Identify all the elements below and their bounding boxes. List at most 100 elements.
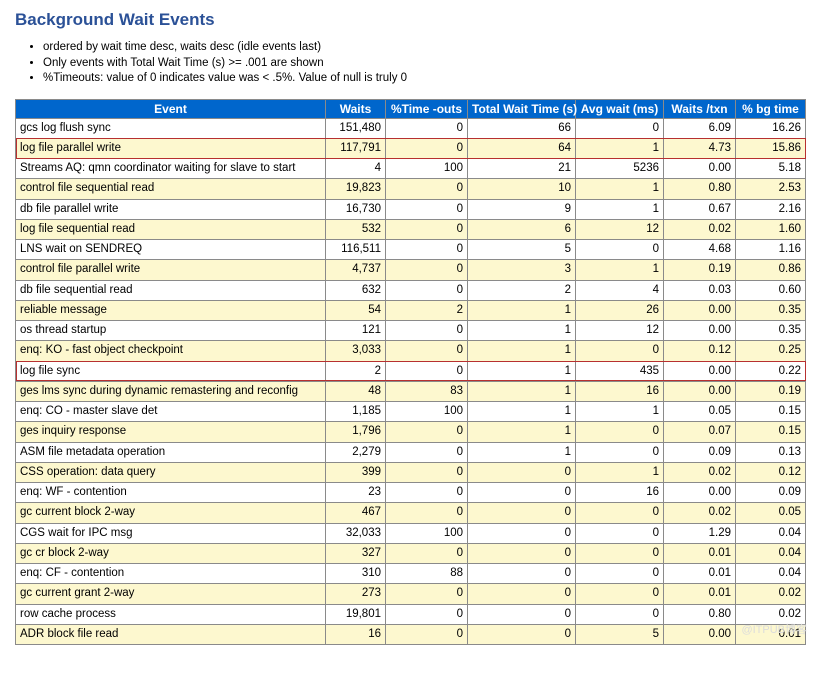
cell-value: 0.04 — [736, 564, 806, 584]
cell-event: CSS operation: data query — [16, 462, 326, 482]
table-row: row cache process19,8010000.800.02 — [16, 604, 806, 624]
cell-value: 0.19 — [664, 260, 736, 280]
table-row: log file sync2014350.000.22 — [16, 361, 806, 381]
cell-value: 0.80 — [664, 179, 736, 199]
table-row: control file parallel write4,7370310.190… — [16, 260, 806, 280]
cell-value: 0 — [386, 240, 468, 260]
col-event: Event — [16, 99, 326, 118]
cell-event: gc current grant 2-way — [16, 584, 326, 604]
cell-value: 0.00 — [664, 483, 736, 503]
table-row: CSS operation: data query3990010.020.12 — [16, 462, 806, 482]
cell-value: 0 — [386, 138, 468, 158]
cell-value: 467 — [326, 503, 386, 523]
cell-value: 0 — [386, 118, 468, 138]
cell-value: 2,279 — [326, 442, 386, 462]
cell-value: 1 — [576, 260, 664, 280]
cell-value: 0 — [386, 280, 468, 300]
table-row: os thread startup12101120.000.35 — [16, 321, 806, 341]
col-waits: Waits — [326, 99, 386, 118]
cell-value: 6 — [468, 219, 576, 239]
cell-value: 0.19 — [736, 381, 806, 401]
cell-event: control file parallel write — [16, 260, 326, 280]
cell-value: 0 — [468, 462, 576, 482]
cell-value: 48 — [326, 381, 386, 401]
cell-event: log file sequential read — [16, 219, 326, 239]
cell-value: 0.01 — [664, 584, 736, 604]
cell-value: 0.25 — [736, 341, 806, 361]
col-waits-txn: Waits /txn — [664, 99, 736, 118]
cell-value: 0 — [386, 503, 468, 523]
table-row: log file parallel write117,79106414.7315… — [16, 138, 806, 158]
cell-value: 0 — [386, 341, 468, 361]
table-row: gcs log flush sync151,48006606.0916.26 — [16, 118, 806, 138]
cell-value: 64 — [468, 138, 576, 158]
cell-value: 1 — [468, 341, 576, 361]
cell-value: 0.35 — [736, 300, 806, 320]
cell-value: 0 — [576, 118, 664, 138]
cell-value: 0.13 — [736, 442, 806, 462]
cell-value: 1 — [576, 462, 664, 482]
cell-value: 3 — [468, 260, 576, 280]
col-bg-time: % bg time — [736, 99, 806, 118]
cell-value: 0 — [386, 179, 468, 199]
cell-value: 435 — [576, 361, 664, 381]
cell-value: 100 — [386, 159, 468, 179]
table-body: gcs log flush sync151,48006606.0916.26lo… — [16, 118, 806, 645]
cell-value: 0 — [468, 543, 576, 563]
cell-value: 0.12 — [736, 462, 806, 482]
cell-value: 116,511 — [326, 240, 386, 260]
table-row: CGS wait for IPC msg32,033100001.290.04 — [16, 523, 806, 543]
cell-value: 1,185 — [326, 402, 386, 422]
cell-value: 399 — [326, 462, 386, 482]
cell-event: db file sequential read — [16, 280, 326, 300]
cell-value: 4.68 — [664, 240, 736, 260]
cell-value: 16 — [326, 624, 386, 644]
cell-value: 0 — [386, 321, 468, 341]
cell-value: 0.01 — [664, 564, 736, 584]
cell-event: os thread startup — [16, 321, 326, 341]
cell-event: log file parallel write — [16, 138, 326, 158]
cell-value: 0.04 — [736, 523, 806, 543]
cell-value: 66 — [468, 118, 576, 138]
cell-value: 0.00 — [664, 624, 736, 644]
table-row: db file sequential read6320240.030.60 — [16, 280, 806, 300]
cell-value: 0 — [576, 543, 664, 563]
cell-value: 0 — [386, 462, 468, 482]
cell-event: gc current block 2-way — [16, 503, 326, 523]
cell-value: 4.73 — [664, 138, 736, 158]
cell-value: 0 — [386, 584, 468, 604]
cell-value: 15.86 — [736, 138, 806, 158]
cell-value: 1 — [468, 442, 576, 462]
table-row: ges lms sync during dynamic remastering … — [16, 381, 806, 401]
cell-value: 0 — [576, 564, 664, 584]
cell-value: 4 — [326, 159, 386, 179]
table-row: enq: KO - fast object checkpoint3,033010… — [16, 341, 806, 361]
cell-value: 83 — [386, 381, 468, 401]
cell-value: 0 — [386, 260, 468, 280]
table-row: reliable message5421260.000.35 — [16, 300, 806, 320]
cell-value: 0 — [386, 483, 468, 503]
cell-value: 0 — [468, 604, 576, 624]
cell-event: Streams AQ: qmn coordinator waiting for … — [16, 159, 326, 179]
cell-value: 0.80 — [664, 604, 736, 624]
cell-event: gc cr block 2-way — [16, 543, 326, 563]
cell-value: 0.09 — [736, 483, 806, 503]
cell-event: enq: KO - fast object checkpoint — [16, 341, 326, 361]
cell-value: 5236 — [576, 159, 664, 179]
cell-value: 19,801 — [326, 604, 386, 624]
table-row: db file parallel write16,7300910.672.16 — [16, 199, 806, 219]
cell-value: 0 — [576, 604, 664, 624]
cell-value: 0.02 — [664, 219, 736, 239]
cell-value: 632 — [326, 280, 386, 300]
cell-value: 273 — [326, 584, 386, 604]
cell-value: 0.05 — [664, 402, 736, 422]
cell-value: 0 — [576, 503, 664, 523]
table-row: enq: WF - contention2300160.000.09 — [16, 483, 806, 503]
cell-value: 310 — [326, 564, 386, 584]
cell-value: 4 — [576, 280, 664, 300]
cell-value: 0.02 — [664, 462, 736, 482]
cell-value: 16,730 — [326, 199, 386, 219]
cell-value: 0 — [386, 442, 468, 462]
cell-value: 5.18 — [736, 159, 806, 179]
cell-value: 1 — [576, 402, 664, 422]
